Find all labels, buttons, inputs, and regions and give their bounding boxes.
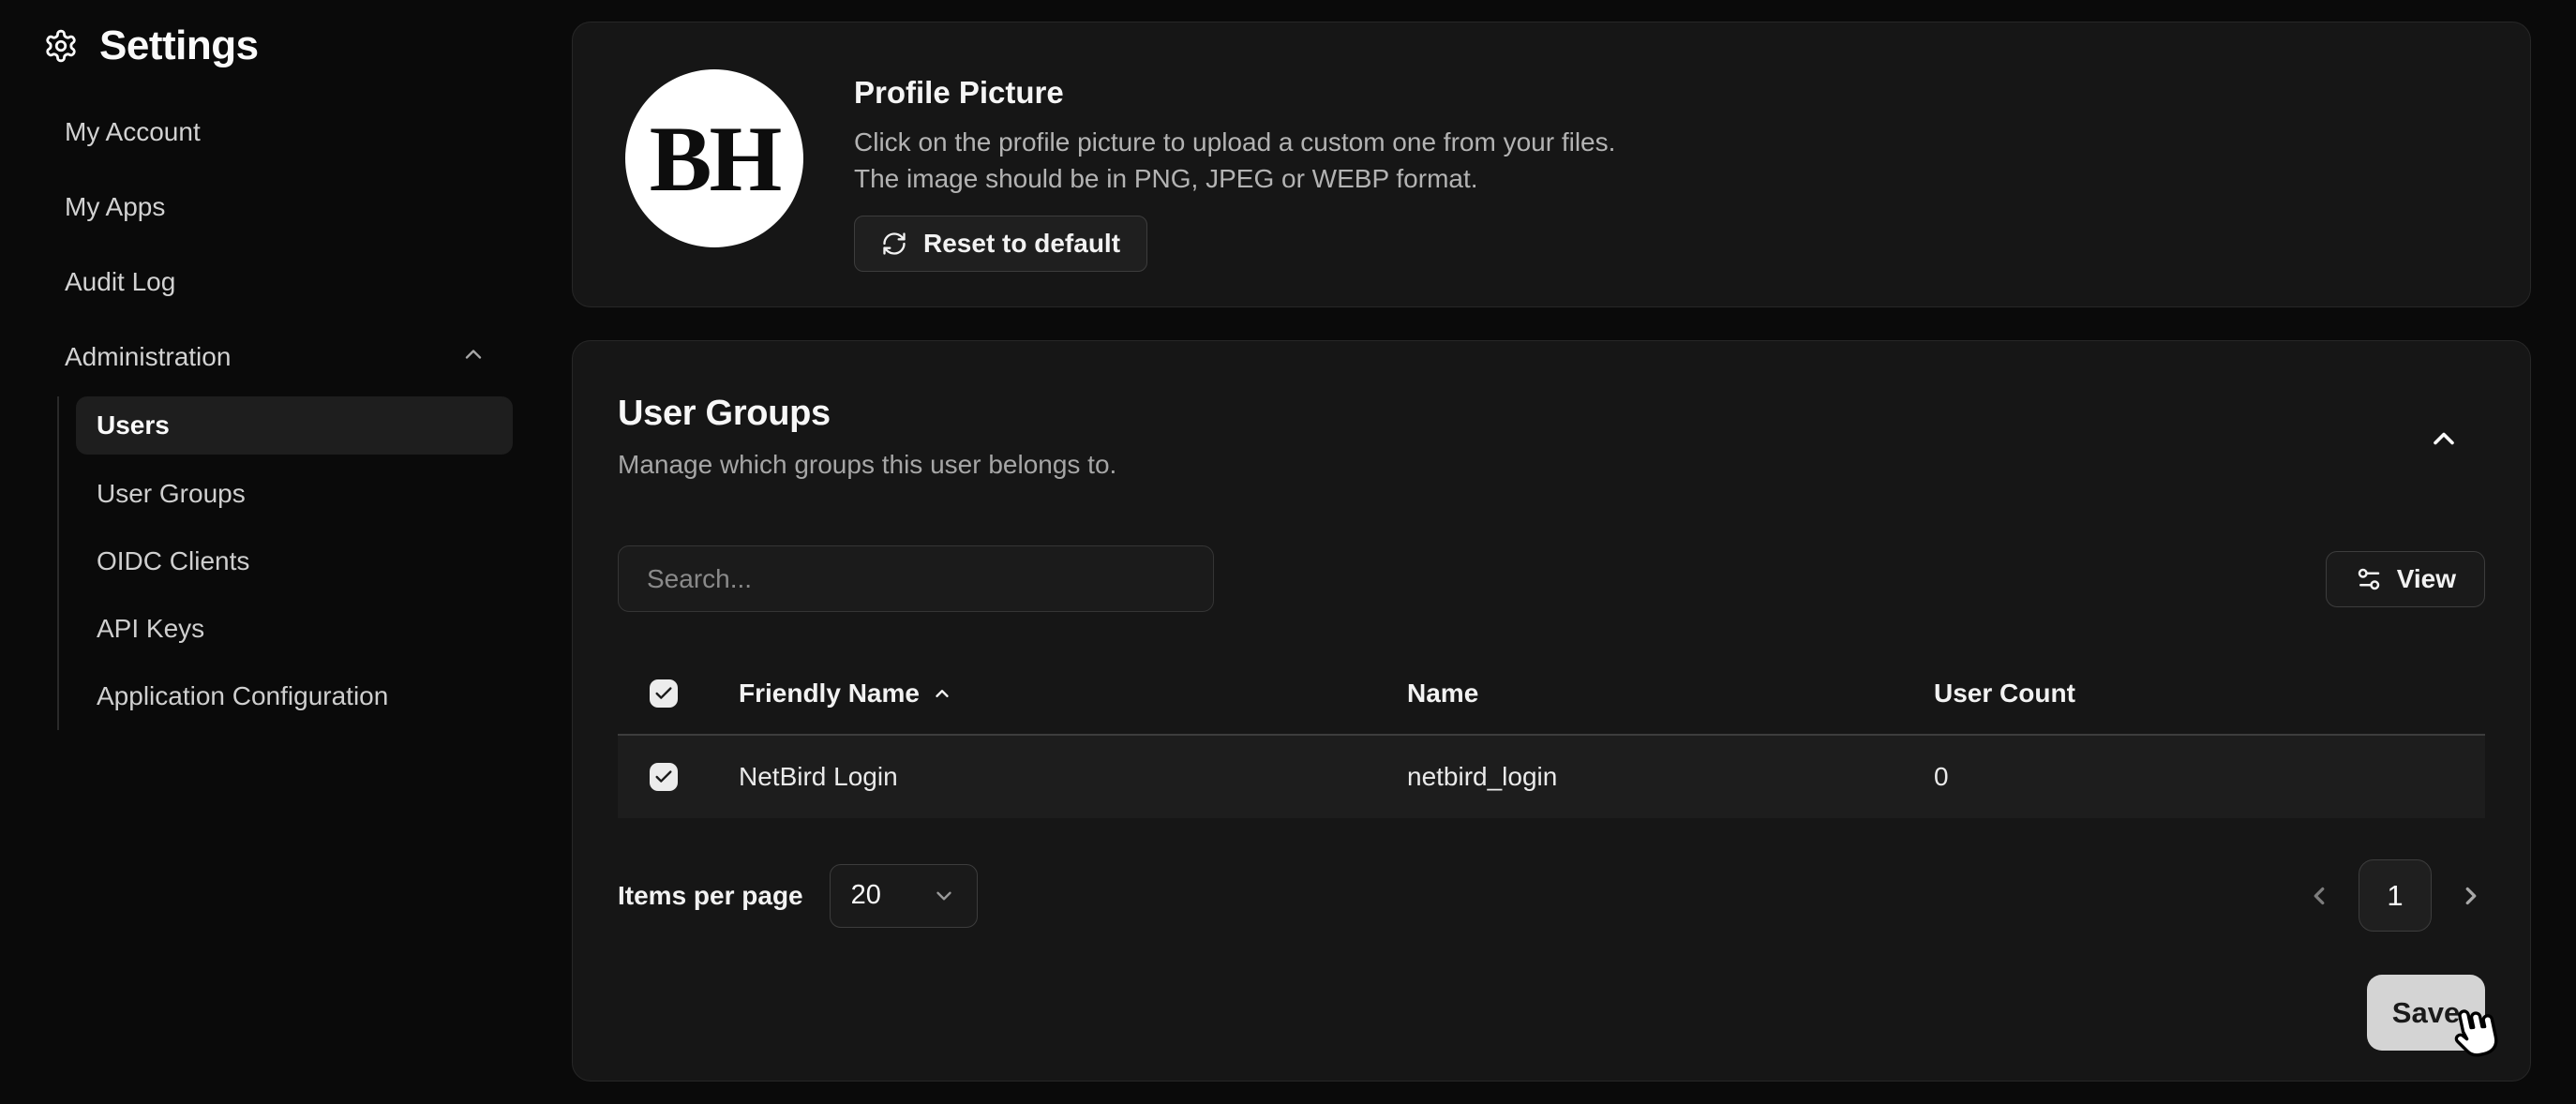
- refresh-cw-icon: [881, 231, 907, 257]
- row-checkbox[interactable]: [650, 763, 678, 791]
- sidebar-item-api-keys[interactable]: API Keys: [76, 595, 513, 663]
- items-per-page-label: Items per page: [618, 881, 803, 911]
- groups-toolbar: View: [618, 545, 2485, 612]
- items-per-page: Items per page 20: [618, 864, 978, 928]
- profile-picture-description-line2: The image should be in PNG, JPEG or WEBP…: [854, 160, 1615, 197]
- chevron-up-icon: [460, 341, 487, 374]
- administration-subnav: Users User Groups OIDC Clients API Keys …: [57, 396, 513, 730]
- check-icon: [653, 683, 674, 704]
- previous-page-button[interactable]: [2305, 882, 2333, 910]
- user-groups-card: User Groups Manage which groups this use…: [572, 340, 2531, 1082]
- column-header-label: Friendly Name: [739, 679, 920, 709]
- view-button[interactable]: View: [2326, 551, 2485, 607]
- column-header-name[interactable]: Name: [1407, 679, 1934, 709]
- sidebar-item-audit-log[interactable]: Audit Log: [0, 245, 525, 320]
- sidebar-item-label: My Apps: [65, 192, 165, 222]
- profile-picture-description-line1: Click on the profile picture to upload a…: [854, 124, 1615, 160]
- save-button[interactable]: Save: [2367, 975, 2485, 1051]
- sidebar-item-administration[interactable]: Administration: [0, 320, 525, 395]
- sidebar-item-user-groups[interactable]: User Groups: [76, 460, 513, 528]
- cell-friendly-name: NetBird Login: [739, 762, 1407, 792]
- column-header-friendly-name[interactable]: Friendly Name: [739, 679, 1407, 709]
- sidebar-item-oidc-clients[interactable]: OIDC Clients: [76, 528, 513, 595]
- chevron-left-icon: [2305, 882, 2333, 910]
- column-header-user-count[interactable]: User Count: [1934, 679, 2485, 709]
- view-button-label: View: [2397, 564, 2456, 594]
- table-header-row: Friendly Name Name User Count: [618, 652, 2485, 734]
- sliders-icon: [2355, 565, 2383, 593]
- sidebar-item-label: Application Configuration: [97, 681, 388, 711]
- collapse-section-button[interactable]: [2427, 422, 2461, 458]
- avatar[interactable]: BH: [625, 69, 803, 247]
- user-groups-subtitle: Manage which groups this user belongs to…: [618, 450, 2485, 480]
- avatar-initials: BH: [650, 105, 779, 213]
- sidebar-item-label: User Groups: [97, 479, 246, 509]
- sidebar-item-application-configuration[interactable]: Application Configuration: [76, 663, 513, 730]
- chevron-right-icon: [2457, 882, 2485, 910]
- sidebar-item-users[interactable]: Users: [76, 396, 513, 455]
- groups-table: Friendly Name Name User Count NetBird Lo…: [618, 652, 2485, 818]
- cell-name: netbird_login: [1407, 762, 1934, 792]
- sidebar-item-label: Administration: [65, 342, 231, 372]
- pager: 1: [2305, 859, 2485, 932]
- search-input[interactable]: [618, 545, 1214, 612]
- items-per-page-select[interactable]: 20: [830, 864, 978, 928]
- sidebar-item-my-account[interactable]: My Account: [0, 95, 525, 170]
- sidebar-nav: My Account My Apps Audit Log Administrat…: [0, 95, 525, 395]
- pagination-row: Items per page 20 1: [618, 859, 2485, 932]
- reset-button-label: Reset to default: [923, 229, 1120, 259]
- profile-picture-info: Profile Picture Click on the profile pic…: [854, 69, 1615, 260]
- cell-user-count: 0: [1934, 762, 2485, 792]
- app-header: Settings: [0, 0, 525, 69]
- current-page-button[interactable]: 1: [2359, 859, 2432, 932]
- profile-picture-title: Profile Picture: [854, 75, 1615, 111]
- chevron-down-icon: [932, 884, 956, 908]
- sidebar-item-label: Audit Log: [65, 267, 175, 297]
- gear-icon: [43, 28, 79, 64]
- sort-chevron-up-icon: [932, 683, 952, 704]
- check-icon: [653, 767, 674, 787]
- table-row[interactable]: NetBird Login netbird_login 0: [618, 736, 2485, 818]
- sidebar-item-my-apps[interactable]: My Apps: [0, 170, 525, 245]
- sidebar-item-label: Users: [97, 410, 170, 440]
- page-title: Settings: [99, 22, 259, 69]
- select-all-checkbox[interactable]: [650, 679, 678, 708]
- items-per-page-value: 20: [851, 880, 881, 911]
- profile-picture-card: BH Profile Picture Click on the profile …: [572, 22, 2531, 307]
- user-groups-title: User Groups: [618, 394, 2485, 434]
- save-row: Save: [618, 975, 2485, 1051]
- next-page-button[interactable]: [2457, 882, 2485, 910]
- sidebar-item-label: OIDC Clients: [97, 546, 249, 576]
- reset-to-default-button[interactable]: Reset to default: [854, 216, 1147, 272]
- sidebar: Settings My Account My Apps Audit Log Ad…: [0, 0, 525, 1104]
- sidebar-item-label: My Account: [65, 117, 201, 147]
- chevron-up-icon: [2427, 422, 2461, 455]
- sidebar-item-label: API Keys: [97, 614, 204, 644]
- main-content: BH Profile Picture Click on the profile …: [572, 0, 2531, 1082]
